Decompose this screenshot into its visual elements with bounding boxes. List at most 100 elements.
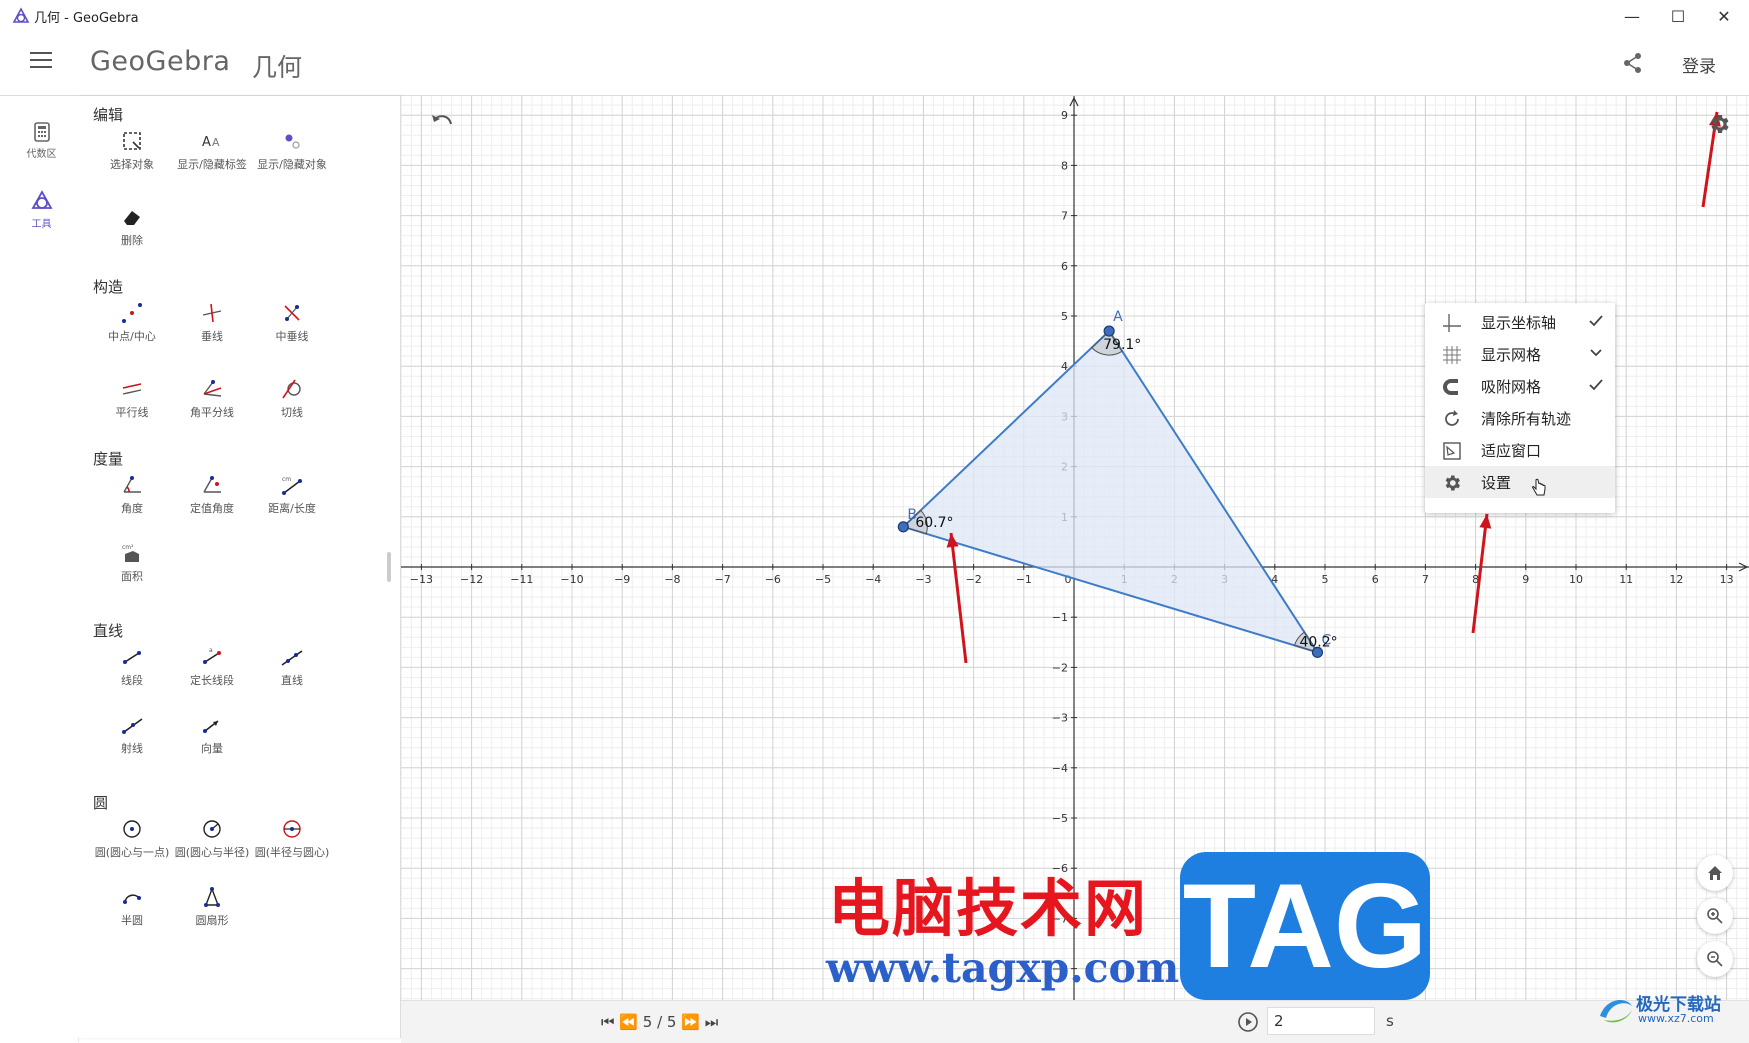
tool-midpoint[interactable]: 中点/中心: [92, 302, 172, 344]
tool-label: 选择对象: [110, 158, 154, 171]
tool-select[interactable]: 选择对象: [92, 130, 172, 172]
eraser-icon: [124, 211, 140, 225]
tool-parallel[interactable]: 平行线: [92, 378, 172, 420]
tangent-icon: [282, 379, 301, 399]
x-tick-label: −13: [410, 573, 433, 586]
last-step-icon[interactable]: ⏭: [705, 1013, 719, 1031]
tool-angle-bisector[interactable]: 角平分线: [172, 378, 252, 420]
login-button[interactable]: 登录: [1682, 52, 1716, 77]
refresh-icon: [1445, 410, 1459, 426]
tool-label: 角度: [121, 502, 143, 515]
menu-item-fit-window[interactable]: 适应窗口: [1425, 434, 1615, 466]
hamburger-menu-icon[interactable]: [30, 52, 52, 70]
x-tick-label: −5: [815, 573, 831, 586]
swirl-logo-icon: [1600, 1000, 1632, 1023]
tool-label: 线段: [121, 674, 143, 687]
app-subtitle: 几何: [252, 53, 303, 82]
menu-item-clear-traces[interactable]: 清除所有轨迹: [1425, 402, 1615, 434]
speed-unit: s: [1386, 1012, 1394, 1030]
tool-circle-center-point[interactable]: 圆(圆心与一点): [92, 818, 172, 860]
zoom-out-icon: [1707, 951, 1723, 967]
x-tick-label: −1: [1016, 573, 1032, 586]
hand-cursor-icon: [1532, 478, 1546, 496]
zoom-in-button[interactable]: [1697, 898, 1733, 934]
magnet-icon: [1443, 379, 1458, 395]
rail-label-algebra: 代数区: [26, 149, 57, 160]
svg-text:A: A: [212, 136, 220, 149]
rail-item-tools[interactable]: 工具: [5, 190, 78, 230]
tool-tangent[interactable]: 切线: [252, 378, 332, 420]
chevron-down-icon[interactable]: [1587, 344, 1605, 362]
svg-text:a: a: [209, 647, 213, 654]
tool-perpendicular-bisector[interactable]: 中垂线: [252, 302, 332, 344]
share-icon[interactable]: [1622, 52, 1644, 74]
graphics-settings-gear-icon[interactable]: [1707, 112, 1731, 136]
menu-item-show-axes[interactable]: 显示坐标轴: [1425, 306, 1615, 338]
y-tick-label: −1: [1052, 611, 1068, 624]
tool-circular-sector[interactable]: 圆扇形: [172, 886, 252, 928]
next-step-icon[interactable]: ⏩: [681, 1013, 700, 1031]
distance-icon: cm: [282, 476, 302, 495]
zoom-out-button[interactable]: [1697, 941, 1733, 977]
tool-label: 面积: [121, 570, 143, 583]
home-view-button[interactable]: [1697, 855, 1733, 891]
svg-text:A: A: [202, 135, 211, 150]
section-title-lines: 直线: [93, 622, 124, 640]
tool-circle-radius-center[interactable]: 圆(半径与圆心): [252, 818, 332, 860]
window-titlebar: 几何 - GeoGebra — ☐ ✕: [0, 0, 1749, 32]
menu-item-settings[interactable]: 设置: [1425, 466, 1615, 498]
tool-vector[interactable]: 向量: [172, 714, 252, 756]
tool-semicircle[interactable]: 半圆: [92, 886, 172, 928]
undo-icon[interactable]: [429, 112, 455, 132]
tool-show-hide-object[interactable]: 显示/隐藏对象: [252, 130, 332, 172]
tool-distance[interactable]: cm 距离/长度: [252, 474, 332, 516]
geogebra-logo: GeoGebra: [90, 46, 231, 77]
tool-angle[interactable]: 角度: [92, 474, 172, 516]
show-hide-dots-icon: [285, 134, 300, 149]
point-label-a: A: [1113, 309, 1123, 325]
angle-icon: [123, 476, 141, 493]
minimize-button[interactable]: —: [1609, 0, 1655, 32]
circle-center-point-icon: [123, 820, 141, 838]
menu-item-label: 吸附网格: [1481, 378, 1542, 396]
close-button[interactable]: ✕: [1701, 0, 1747, 32]
circle-center-radius-icon: [203, 820, 221, 838]
section-title-construct: 构造: [93, 278, 124, 296]
tool-ray[interactable]: 射线: [92, 714, 172, 756]
segment-icon: [123, 651, 141, 664]
zoom-in-icon: [1707, 908, 1723, 924]
maximize-button[interactable]: ☐: [1655, 0, 1701, 32]
tool-perpendicular[interactable]: 垂线: [172, 302, 252, 344]
animation-speed-input[interactable]: 2: [1267, 1007, 1375, 1035]
tool-circle-center-radius[interactable]: 圆(圆心与半径): [172, 818, 252, 860]
tool-segment[interactable]: 线段: [92, 646, 172, 688]
x-tick-label: −11: [510, 573, 533, 586]
menu-item-snap-grid[interactable]: 吸附网格: [1425, 370, 1615, 402]
y-tick-label: −2: [1052, 661, 1068, 674]
y-tick-label: −3: [1052, 712, 1068, 725]
watermark-site-logo: 极光下载站 www.xz7.com: [1596, 990, 1746, 1030]
perpendicular-line-icon: [202, 303, 222, 323]
x-tick-label: 5: [1322, 573, 1329, 586]
tool-show-hide-label[interactable]: AA 显示/隐藏标签: [172, 130, 252, 172]
tool-area[interactable]: cm² 面积: [92, 542, 172, 584]
y-tick-label: −4: [1052, 762, 1068, 775]
watermark-site-url: www.xz7.com: [1638, 1012, 1714, 1025]
tool-line[interactable]: 直线: [252, 646, 332, 688]
x-tick-label: 7: [1422, 573, 1429, 586]
first-step-icon[interactable]: ⏮: [601, 1013, 615, 1031]
tools-scrollbar[interactable]: [387, 552, 391, 582]
tool-label: 垂线: [201, 330, 223, 343]
ray-icon: [122, 718, 143, 734]
prev-step-icon[interactable]: ⏪: [619, 1013, 638, 1031]
tool-delete[interactable]: 删除: [92, 206, 172, 248]
fixed-angle-icon: [203, 476, 221, 493]
tool-fixed-segment[interactable]: a 定长线段: [172, 646, 252, 688]
tool-label: 切线: [281, 406, 303, 419]
x-tick-label: −6: [765, 573, 781, 586]
play-icon[interactable]: [1237, 1011, 1259, 1033]
triangle-abc: [901, 329, 1320, 655]
rail-item-algebra[interactable]: 代数区: [5, 122, 78, 160]
menu-item-show-grid[interactable]: 显示网格: [1425, 338, 1615, 370]
tool-fixed-angle[interactable]: 定值角度: [172, 474, 252, 516]
